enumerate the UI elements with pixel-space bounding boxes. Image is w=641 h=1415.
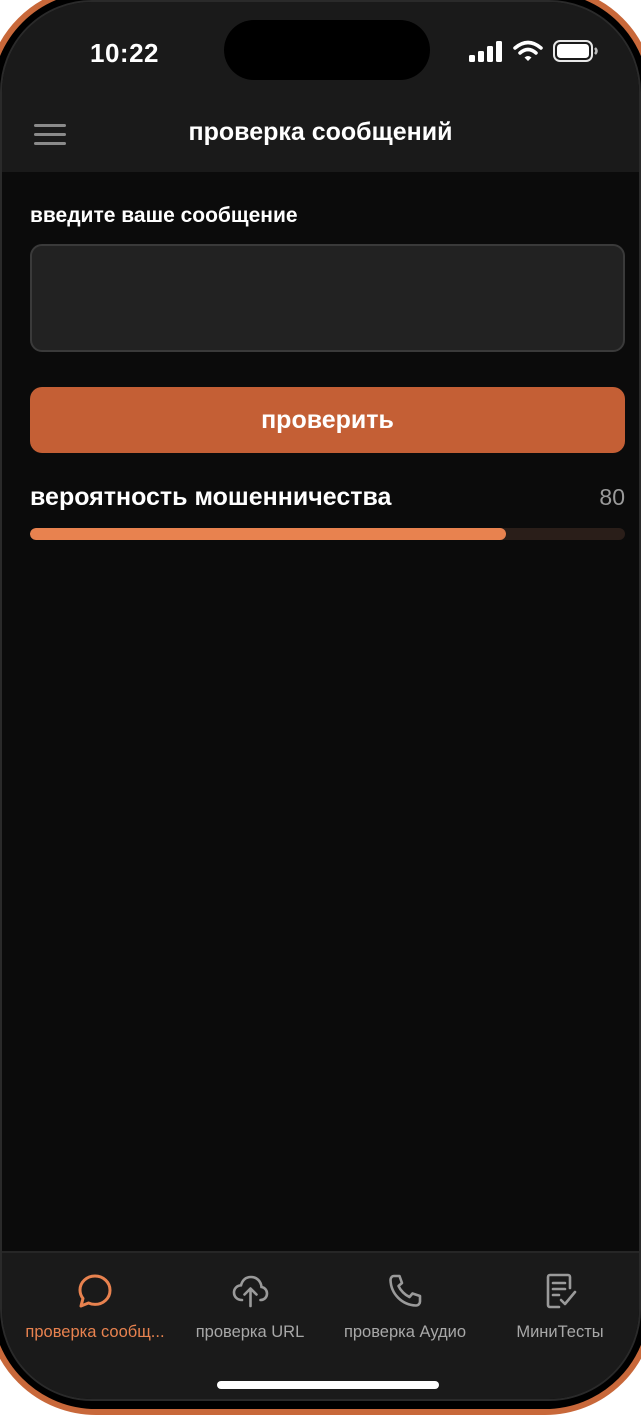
tab-audio-check[interactable]: проверка Аудио <box>325 1271 485 1342</box>
status-bar: 10:22 <box>2 2 639 102</box>
tab-message-check[interactable]: проверка сообщ... <box>15 1271 175 1342</box>
message-input[interactable] <box>30 244 625 352</box>
checklist-icon <box>546 1273 577 1309</box>
fraud-probability-row: вероятность мошенничества 80 <box>30 483 625 512</box>
check-button[interactable]: проверить <box>30 387 625 453</box>
phone-icon <box>389 1274 422 1307</box>
fraud-probability-fill <box>30 528 506 540</box>
tab-label: проверка сообщ... <box>25 1323 165 1341</box>
fraud-probability-value: 80 <box>599 484 625 510</box>
tab-label: МиниТесты <box>516 1323 604 1341</box>
app-bar: проверка сообщений <box>2 102 639 172</box>
message-input-label: введите ваше сообщение <box>30 204 298 227</box>
main-content: введите ваше сообщение проверить вероятн… <box>30 172 625 540</box>
chat-bubble-icon <box>78 1274 112 1308</box>
cellular-signal-icon <box>469 41 502 62</box>
app-screen: 10:22 проверка сообщений введите ваше со… <box>0 0 641 1401</box>
battery-icon <box>553 40 598 62</box>
home-indicator <box>217 1381 439 1389</box>
status-icons <box>469 40 599 62</box>
page-title: проверка сообщений <box>188 118 453 146</box>
fraud-probability-label: вероятность мошенничества <box>30 483 392 511</box>
tab-label: проверка Аудио <box>343 1323 467 1341</box>
dynamic-island <box>224 20 430 80</box>
tab-mini-tests[interactable]: МиниТесты <box>480 1271 639 1342</box>
cloud-upload-icon <box>232 1275 269 1308</box>
fraud-probability-bar <box>30 528 625 540</box>
bottom-tab-bar: проверка сообщ... проверка URL проверка … <box>2 1251 639 1399</box>
tab-label: проверка URL <box>195 1323 305 1341</box>
status-time: 10:22 <box>90 38 159 68</box>
wifi-icon <box>513 40 543 61</box>
tab-url-check[interactable]: проверка URL <box>170 1271 330 1342</box>
